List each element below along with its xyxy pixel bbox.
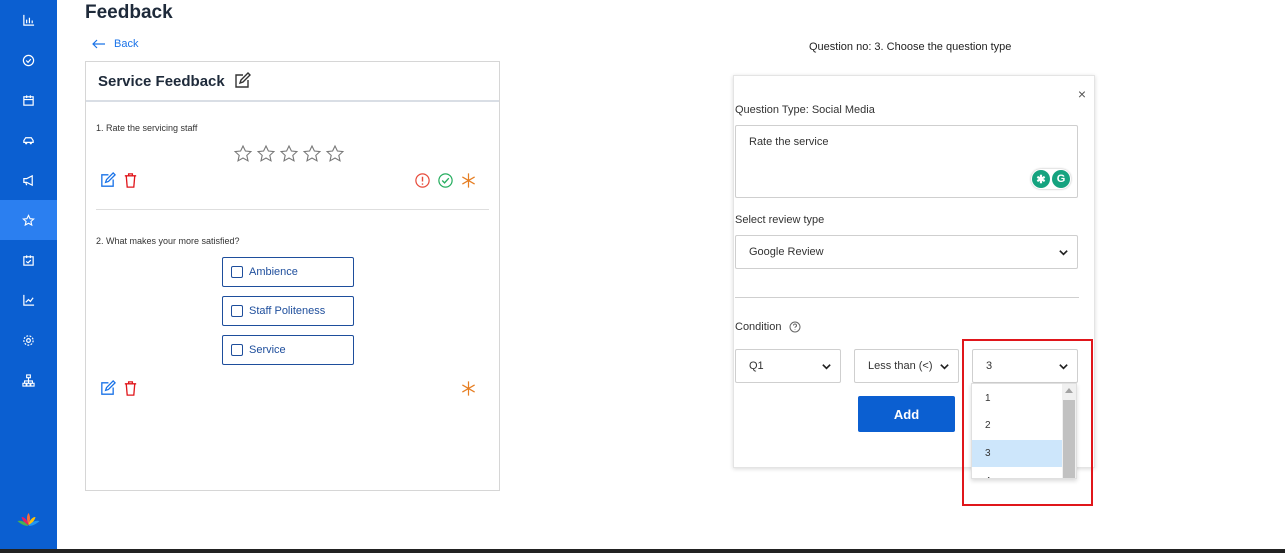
star-outline-icon[interactable] [233, 144, 253, 164]
chevron-down-icon [822, 363, 831, 370]
question-header: Question no: 3. Choose the question type [809, 41, 1012, 53]
question-text: Rate the service [749, 136, 829, 148]
checkbox[interactable] [231, 305, 243, 317]
trash-icon[interactable] [122, 380, 139, 397]
lightbulb-icon[interactable]: ✱ [1032, 170, 1050, 188]
help-circle-icon[interactable] [789, 321, 801, 333]
trash-icon[interactable] [122, 172, 139, 189]
required-asterisk-icon[interactable] [460, 172, 477, 189]
star-outline-icon[interactable] [256, 144, 276, 164]
rating-stars[interactable] [233, 144, 345, 164]
back-label: Back [114, 38, 139, 50]
condition-operator-select[interactable]: Less than (<) [854, 349, 959, 383]
question-2-label: 2. What makes your more satisfied? [96, 236, 240, 246]
option-staff-politeness[interactable]: Staff Politeness [222, 296, 354, 326]
condition-question-select[interactable]: Q1 [735, 349, 841, 383]
close-icon[interactable]: × [1078, 86, 1086, 102]
question-2-status [460, 380, 477, 397]
condition-question-value: Q1 [749, 360, 764, 372]
grammarly-widget[interactable]: ✱ G [1031, 169, 1071, 189]
back-link[interactable]: Back [92, 38, 138, 50]
star-icon [22, 213, 35, 226]
question-1-label: 1. Rate the servicing staff [96, 123, 198, 133]
taskbar-edge [0, 549, 1285, 553]
edit-title-icon[interactable] [233, 72, 251, 90]
required-asterisk-icon[interactable] [460, 380, 477, 397]
form-title: Service Feedback [98, 72, 225, 90]
calendar-icon [23, 94, 34, 106]
question-separator [96, 209, 489, 210]
arrow-left-icon [92, 39, 105, 49]
sidebar-item-vehicles[interactable] [0, 120, 57, 160]
page-title: Feedback [85, 2, 173, 23]
sidebar [0, 0, 57, 550]
edit-icon[interactable] [99, 172, 116, 189]
card-header: Service Feedback [86, 62, 499, 102]
question-text-area[interactable]: Rate the service ✱ G [735, 125, 1078, 198]
check-circle-icon[interactable] [437, 172, 454, 189]
modal-divider [735, 297, 1079, 298]
line-chart-icon [23, 294, 35, 306]
star-outline-icon[interactable] [325, 144, 345, 164]
sidebar-item-dashboard[interactable] [0, 0, 57, 40]
chevron-down-icon [1059, 249, 1068, 256]
condition-label: Condition [735, 321, 782, 333]
question-type-label: Question Type: Social Media [735, 104, 875, 116]
checkbox[interactable] [231, 344, 243, 356]
megaphone-icon [23, 174, 33, 186]
star-outline-icon[interactable] [302, 144, 322, 164]
add-button[interactable]: Add [858, 396, 955, 432]
review-type-value: Google Review [749, 246, 824, 258]
checkbox[interactable] [231, 266, 243, 278]
review-type-label: Select review type [735, 214, 825, 226]
gear-icon [23, 334, 34, 346]
car-icon [23, 136, 34, 144]
option-ambience[interactable]: Ambience [222, 257, 354, 287]
star-outline-icon[interactable] [279, 144, 299, 164]
option-label: Staff Politeness [249, 305, 326, 317]
sidebar-item-tasks[interactable] [0, 40, 57, 80]
question-2-actions [99, 380, 139, 397]
sidebar-item-feedback[interactable] [0, 200, 57, 240]
bar-chart-icon [23, 14, 35, 26]
info-icon[interactable] [414, 172, 431, 189]
option-label: Service [249, 344, 286, 356]
grammarly-icon[interactable]: G [1052, 170, 1070, 188]
form-preview-card: Service Feedback 1. Rate the servicing s… [85, 61, 500, 491]
option-service[interactable]: Service [222, 335, 354, 365]
sitemap-icon [22, 373, 35, 387]
sidebar-item-organization[interactable] [0, 360, 57, 400]
sidebar-item-schedule[interactable] [0, 240, 57, 280]
option-label: Ambience [249, 266, 298, 278]
question-1-status [414, 172, 477, 189]
sidebar-item-calendar[interactable] [0, 80, 57, 120]
review-type-select[interactable]: Google Review [735, 235, 1078, 269]
highlight-box [962, 339, 1093, 506]
condition-label-row: Condition [735, 321, 801, 333]
sidebar-item-campaigns[interactable] [0, 160, 57, 200]
lotus-logo-icon [16, 512, 41, 533]
sidebar-item-settings[interactable] [0, 320, 57, 360]
chevron-down-icon [940, 363, 949, 370]
question-1-actions [99, 172, 139, 189]
condition-operator-value: Less than (<) [868, 360, 933, 372]
check-circle-icon [22, 54, 35, 66]
calendar-check-icon [23, 254, 34, 266]
edit-icon[interactable] [99, 380, 116, 397]
sidebar-item-reports[interactable] [0, 280, 57, 320]
